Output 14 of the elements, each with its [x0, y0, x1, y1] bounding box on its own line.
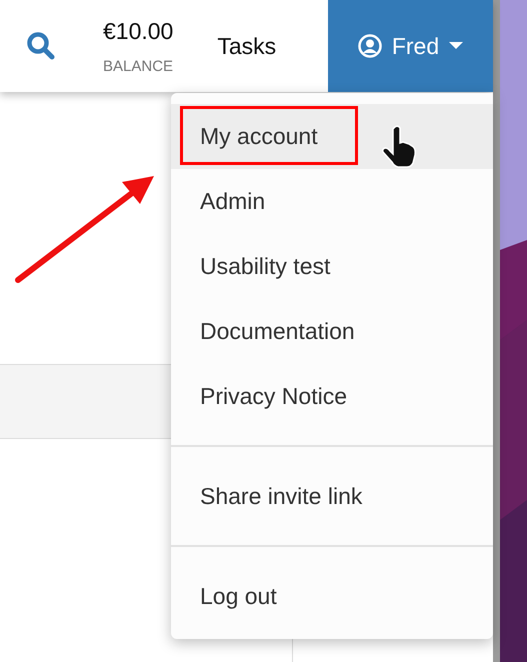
menu-item[interactable]: My account — [171, 104, 493, 169]
menu-item[interactable]: Log out — [171, 564, 493, 629]
balance-amount: €10.00 — [103, 16, 174, 46]
menu-item[interactable]: Admin — [171, 169, 493, 234]
tasks-link[interactable]: Tasks — [217, 28, 276, 64]
menu-item[interactable]: Usability test — [171, 234, 493, 299]
balance-label: BALANCE — [103, 57, 174, 77]
menu-item[interactable]: Documentation — [171, 299, 493, 364]
hand-cursor-icon — [381, 125, 419, 169]
menu-item[interactable]: Share invite link — [171, 464, 493, 529]
caret-icon — [449, 42, 464, 50]
user-icon — [358, 34, 382, 58]
user-menu-button[interactable]: Fred — [328, 0, 493, 92]
menu-item[interactable]: Privacy Notice — [171, 364, 493, 429]
